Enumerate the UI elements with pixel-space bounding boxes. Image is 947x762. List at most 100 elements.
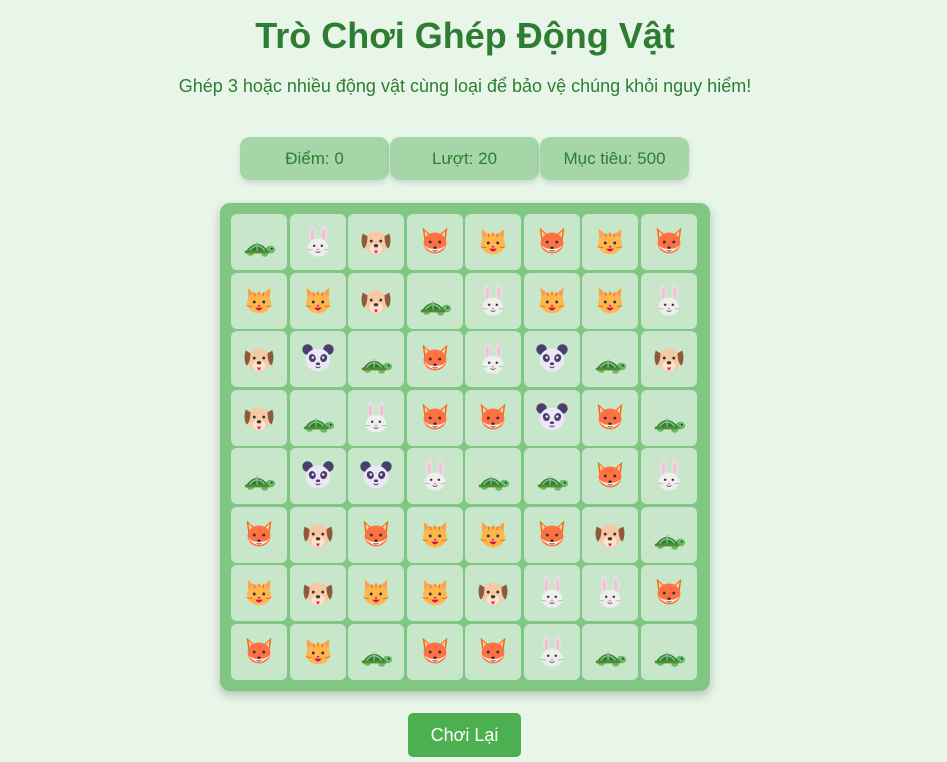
board-tile[interactable] [289,331,346,387]
board-tile[interactable] [348,389,404,446]
board-tile[interactable] [465,506,521,563]
rabbit-icon [474,282,512,320]
board-tile[interactable] [523,623,580,680]
turtle-icon [357,340,395,378]
board-tile[interactable] [289,389,346,446]
board-tile[interactable] [640,331,697,387]
board-tile[interactable] [582,214,638,270]
board-tile[interactable] [348,506,404,563]
board-tile[interactable] [523,448,580,504]
board-tile[interactable] [582,331,638,387]
board-tile[interactable] [582,448,638,504]
rabbit-icon [357,399,395,437]
board-tile[interactable] [406,272,463,329]
turtle-icon [474,457,512,495]
board-tile[interactable] [406,214,463,270]
board-tile[interactable] [348,331,404,387]
rabbit-icon [416,457,454,495]
board-tile[interactable] [582,272,638,329]
rabbit-icon [474,340,512,378]
dog-icon [357,223,395,261]
panda-icon [533,340,571,378]
panda-icon [299,340,337,378]
cat-icon [591,223,629,261]
fox-icon [416,340,454,378]
board-tile[interactable] [231,214,287,270]
moves-display: Lượt: 20 [390,137,539,180]
turtle-icon [240,223,278,261]
panda-icon [299,457,337,495]
board-tile[interactable] [289,272,346,329]
cat-icon [416,516,454,554]
board-tile[interactable] [582,623,638,680]
page-title: Trò Chơi Ghép Động Vật [255,15,675,56]
fox-icon [240,516,278,554]
board-tile[interactable] [348,214,404,270]
board-tile[interactable] [231,565,287,621]
restart-button[interactable]: Chơi Lại [408,713,521,757]
board-tile[interactable] [231,448,287,504]
board-tile[interactable] [582,565,638,621]
board-tile[interactable] [640,272,697,329]
board-tile[interactable] [640,565,697,621]
turtle-icon [533,457,571,495]
board-tile[interactable] [523,389,580,446]
board-tile[interactable] [523,565,580,621]
board-tile[interactable] [231,331,287,387]
board-tile[interactable] [348,623,404,680]
board-tile[interactable] [465,448,521,504]
cat-icon [416,574,454,612]
rabbit-icon [299,223,337,261]
board-tile[interactable] [465,272,521,329]
board-tile[interactable] [406,389,463,446]
board-tile[interactable] [348,272,404,329]
board-tile[interactable] [406,623,463,680]
board-tile[interactable] [465,389,521,446]
board-tile[interactable] [406,331,463,387]
board-tile[interactable] [406,506,463,563]
turtle-icon [591,340,629,378]
fox-icon [416,633,454,671]
target-display: Mục tiêu: 500 [540,137,689,180]
board-tile[interactable] [231,506,287,563]
board-tile[interactable] [523,331,580,387]
fox-icon [474,633,512,671]
board-tile[interactable] [640,214,697,270]
board-tile[interactable] [465,565,521,621]
cat-icon [533,282,571,320]
board-tile[interactable] [231,272,287,329]
board-tile[interactable] [465,623,521,680]
board-tile[interactable] [348,565,404,621]
board-tile[interactable] [348,448,404,504]
board-tile[interactable] [465,214,521,270]
board-tile[interactable] [289,565,346,621]
board-tile[interactable] [289,506,346,563]
board-tile[interactable] [640,506,697,563]
turtle-icon [591,633,629,671]
board-tile[interactable] [406,448,463,504]
fox-icon [357,516,395,554]
board-tile[interactable] [582,506,638,563]
board-tile[interactable] [465,331,521,387]
board-tile[interactable] [289,623,346,680]
cat-icon [474,223,512,261]
turtle-icon [240,457,278,495]
board-tile[interactable] [523,214,580,270]
board-tile[interactable] [640,448,697,504]
turtle-icon [416,282,454,320]
board-tile[interactable] [523,272,580,329]
board-tile[interactable] [289,214,346,270]
dog-icon [650,340,688,378]
board-tile[interactable] [640,389,697,446]
board-tile[interactable] [231,623,287,680]
turtle-icon [650,516,688,554]
board-tile[interactable] [289,448,346,504]
board-tile[interactable] [640,623,697,680]
board-tile[interactable] [582,389,638,446]
cat-icon [474,516,512,554]
board-tile[interactable] [231,389,287,446]
dog-icon [299,574,337,612]
board-tile[interactable] [523,506,580,563]
fox-icon [416,399,454,437]
board-tile[interactable] [406,565,463,621]
